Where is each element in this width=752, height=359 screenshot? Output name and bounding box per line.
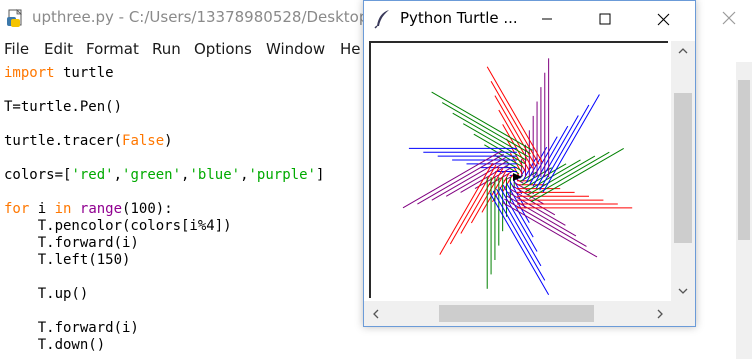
turtle-stroke xyxy=(539,104,590,191)
turtle-horizontal-scroll-thumb[interactable] xyxy=(439,305,594,322)
editor-scrollbar-thumb[interactable] xyxy=(738,80,750,240)
turtle-titlebar[interactable]: Python Turtle ... xyxy=(364,1,695,37)
chevron-left-icon[interactable] xyxy=(366,301,386,326)
python-file-icon xyxy=(6,8,26,28)
code-line: T.left(150) xyxy=(4,252,131,269)
code-token: , xyxy=(113,167,123,183)
close-icon[interactable] xyxy=(640,1,686,37)
turtle-canvas[interactable] xyxy=(369,41,668,298)
code-token: for xyxy=(4,201,30,217)
code-token: ] xyxy=(315,167,325,183)
code-token: T.up() xyxy=(4,286,89,302)
code-line: T.pencolor(colors[i%4]) xyxy=(4,218,232,235)
code-line: turtle.tracer(False) xyxy=(4,133,173,150)
code-token: , xyxy=(240,167,249,183)
code-token: T.left(150) xyxy=(4,252,131,268)
chevron-down-icon[interactable] xyxy=(671,281,695,301)
code-token: False xyxy=(122,133,165,149)
maximize-icon[interactable] xyxy=(582,1,628,37)
code-token: T=turtle.Pen() xyxy=(4,99,123,115)
minimize-icon[interactable] xyxy=(524,1,570,37)
code-line: for i in range(100): xyxy=(4,201,173,218)
code-token: range xyxy=(79,201,123,217)
code-token: T.forward(i) xyxy=(4,235,139,251)
code-token: (100): xyxy=(122,201,173,217)
code-token: 'green' xyxy=(122,167,182,183)
code-token: T.down() xyxy=(4,337,106,353)
code-token: ) xyxy=(164,133,173,149)
code-line: T.down() xyxy=(4,337,105,354)
close-icon[interactable] xyxy=(706,0,752,36)
menu-options[interactable]: Options xyxy=(194,40,252,58)
code-token: 'red' xyxy=(71,167,114,183)
code-token: colors=[ xyxy=(4,167,72,183)
scrollbar-corner xyxy=(671,301,695,326)
chevron-right-icon[interactable] xyxy=(650,301,670,326)
code-line: colors=['red','green','blue','purple'] xyxy=(4,167,324,184)
menu-help[interactable]: He xyxy=(340,40,361,58)
code-line: T.forward(i) xyxy=(4,320,139,337)
chevron-up-icon[interactable] xyxy=(671,41,695,61)
code-token: 'blue' xyxy=(189,167,241,183)
menu-file[interactable]: File xyxy=(4,40,29,58)
code-token: i xyxy=(29,201,55,217)
menu-run[interactable]: Run xyxy=(152,40,181,58)
code-token: T.forward(i) xyxy=(4,320,139,336)
menu-format[interactable]: Format xyxy=(86,40,139,58)
turtle-stroke xyxy=(502,201,598,258)
code-line: T.up() xyxy=(4,286,89,303)
code-line: import turtle xyxy=(4,65,114,82)
code-token: in xyxy=(54,201,72,217)
turtle-window-title: Python Turtle ... xyxy=(400,9,518,27)
menu-window[interactable]: Window xyxy=(266,40,325,58)
turtle-window: Python Turtle ... xyxy=(363,0,696,327)
menu-edit[interactable]: Edit xyxy=(44,40,73,58)
turtle-stroke xyxy=(431,91,533,151)
code-token: turtle xyxy=(54,65,114,81)
code-line: T.forward(i) xyxy=(4,235,139,252)
code-token: T.pencolor(colors[i%4]) xyxy=(4,218,232,234)
turtle-stroke xyxy=(542,94,600,193)
code-token: import xyxy=(4,65,55,81)
code-line: T=turtle.Pen() xyxy=(4,99,122,116)
turtle-stroke xyxy=(439,162,494,255)
code-token: turtle.tracer( xyxy=(4,133,123,149)
idle-window-title: upthree.py - C:/Users/13378980528/Deskto… xyxy=(32,8,374,26)
turtle-drawing xyxy=(402,58,633,295)
code-token: 'purple' xyxy=(248,167,316,183)
turtle-vertical-scroll-thumb[interactable] xyxy=(674,93,692,243)
feather-icon xyxy=(374,9,392,29)
